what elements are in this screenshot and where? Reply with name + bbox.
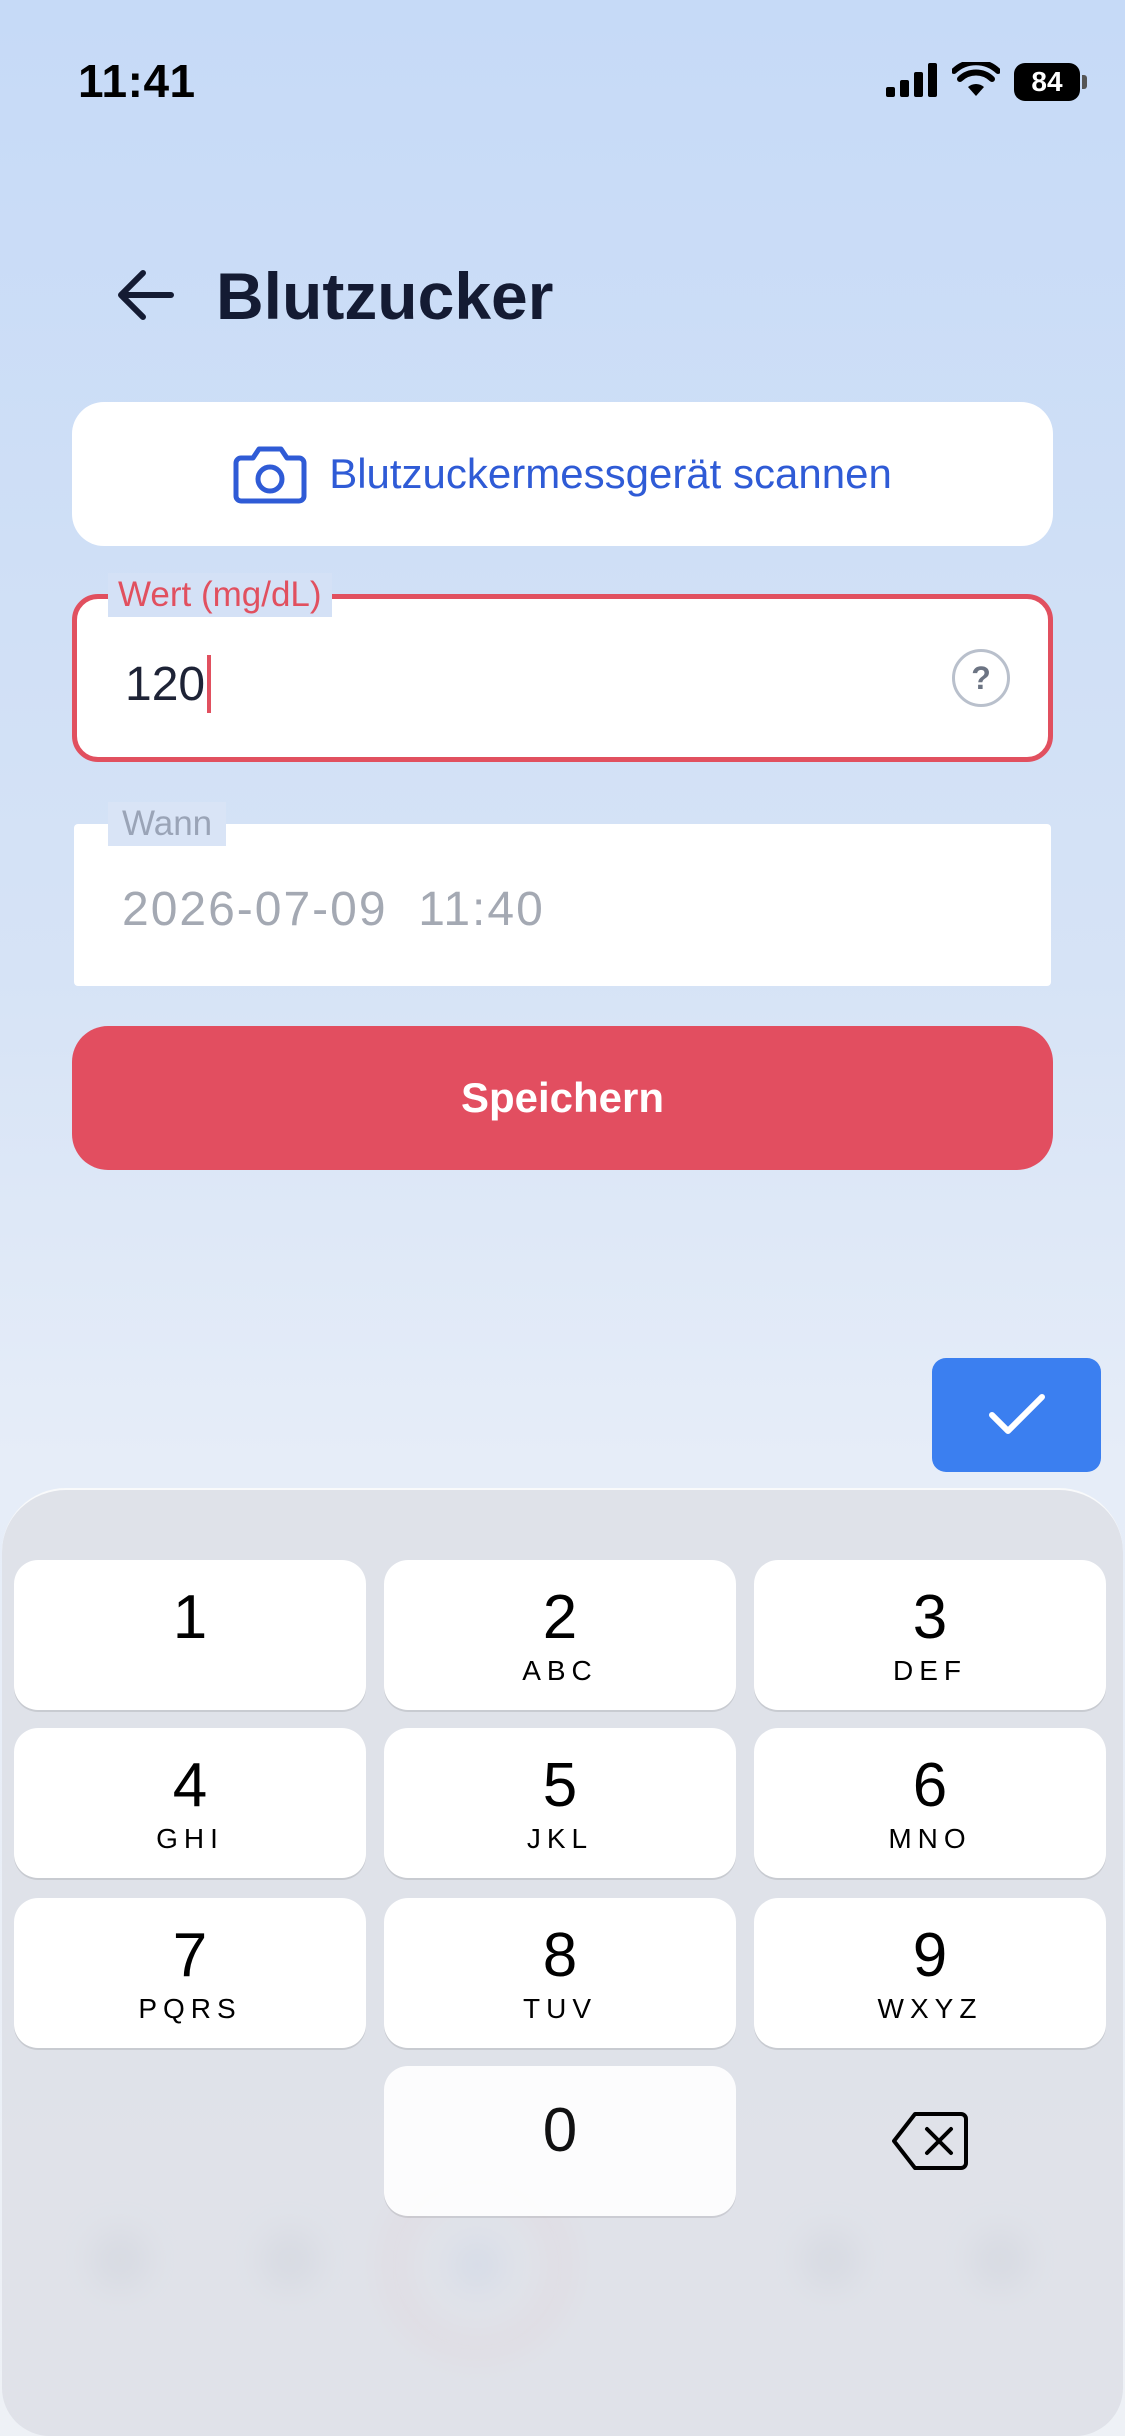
- signal-icon: [886, 62, 938, 102]
- battery-icon: 84: [1014, 63, 1087, 101]
- battery-level: 84: [1014, 63, 1080, 101]
- key-7[interactable]: 7 PQRS: [14, 1898, 366, 2048]
- help-icon[interactable]: ?: [952, 649, 1010, 707]
- key-6[interactable]: 6 MNO: [754, 1728, 1106, 1878]
- key-0[interactable]: 0: [384, 2066, 736, 2216]
- numeric-keypad: 1 2 ABC 3 DEF 4 GHI 5 JKL 6 MNO 7 PQRS 8…: [2, 1488, 1123, 2436]
- key-9[interactable]: 9 WXYZ: [754, 1898, 1106, 2048]
- glucose-value: 120: [125, 657, 206, 711]
- wifi-icon: [951, 58, 1001, 103]
- glucose-value-input[interactable]: 120 ?: [72, 594, 1053, 762]
- checkmark-icon: [988, 1394, 1045, 1434]
- scan-meter-label: Blutzuckermessgerät scannen: [329, 450, 892, 497]
- key-8[interactable]: 8 TUV: [384, 1898, 736, 2048]
- status-icons: 84: [886, 58, 1087, 104]
- key-4[interactable]: 4 GHI: [14, 1728, 366, 1878]
- camera-icon: [233, 446, 307, 504]
- backspace-icon: [892, 2112, 968, 2170]
- datetime-value: 2026-07-09 11:40: [122, 883, 545, 936]
- key-2[interactable]: 2 ABC: [384, 1560, 736, 1710]
- key-5[interactable]: 5 JKL: [384, 1728, 736, 1878]
- key-1[interactable]: 1: [14, 1560, 366, 1710]
- status-bar: 11:41 84: [0, 0, 1125, 160]
- back-button[interactable]: [110, 260, 180, 330]
- datetime-input[interactable]: 2026-07-09 11:40: [74, 824, 1051, 986]
- done-button[interactable]: [932, 1358, 1101, 1472]
- scan-meter-button[interactable]: Blutzuckermessgerät scannen: [72, 402, 1053, 546]
- glucose-value-label: Wert (mg/dL): [108, 573, 332, 617]
- page-title: Blutzucker: [216, 259, 554, 333]
- glucose-value-text: 120: [125, 655, 212, 713]
- text-cursor: [207, 655, 212, 713]
- arrow-left-icon: [118, 270, 174, 320]
- save-button[interactable]: Speichern: [72, 1026, 1053, 1170]
- status-time: 11:41: [78, 55, 196, 107]
- delete-key[interactable]: [754, 2066, 1106, 2216]
- key-3[interactable]: 3 DEF: [754, 1560, 1106, 1710]
- datetime-label: Wann: [108, 802, 227, 846]
